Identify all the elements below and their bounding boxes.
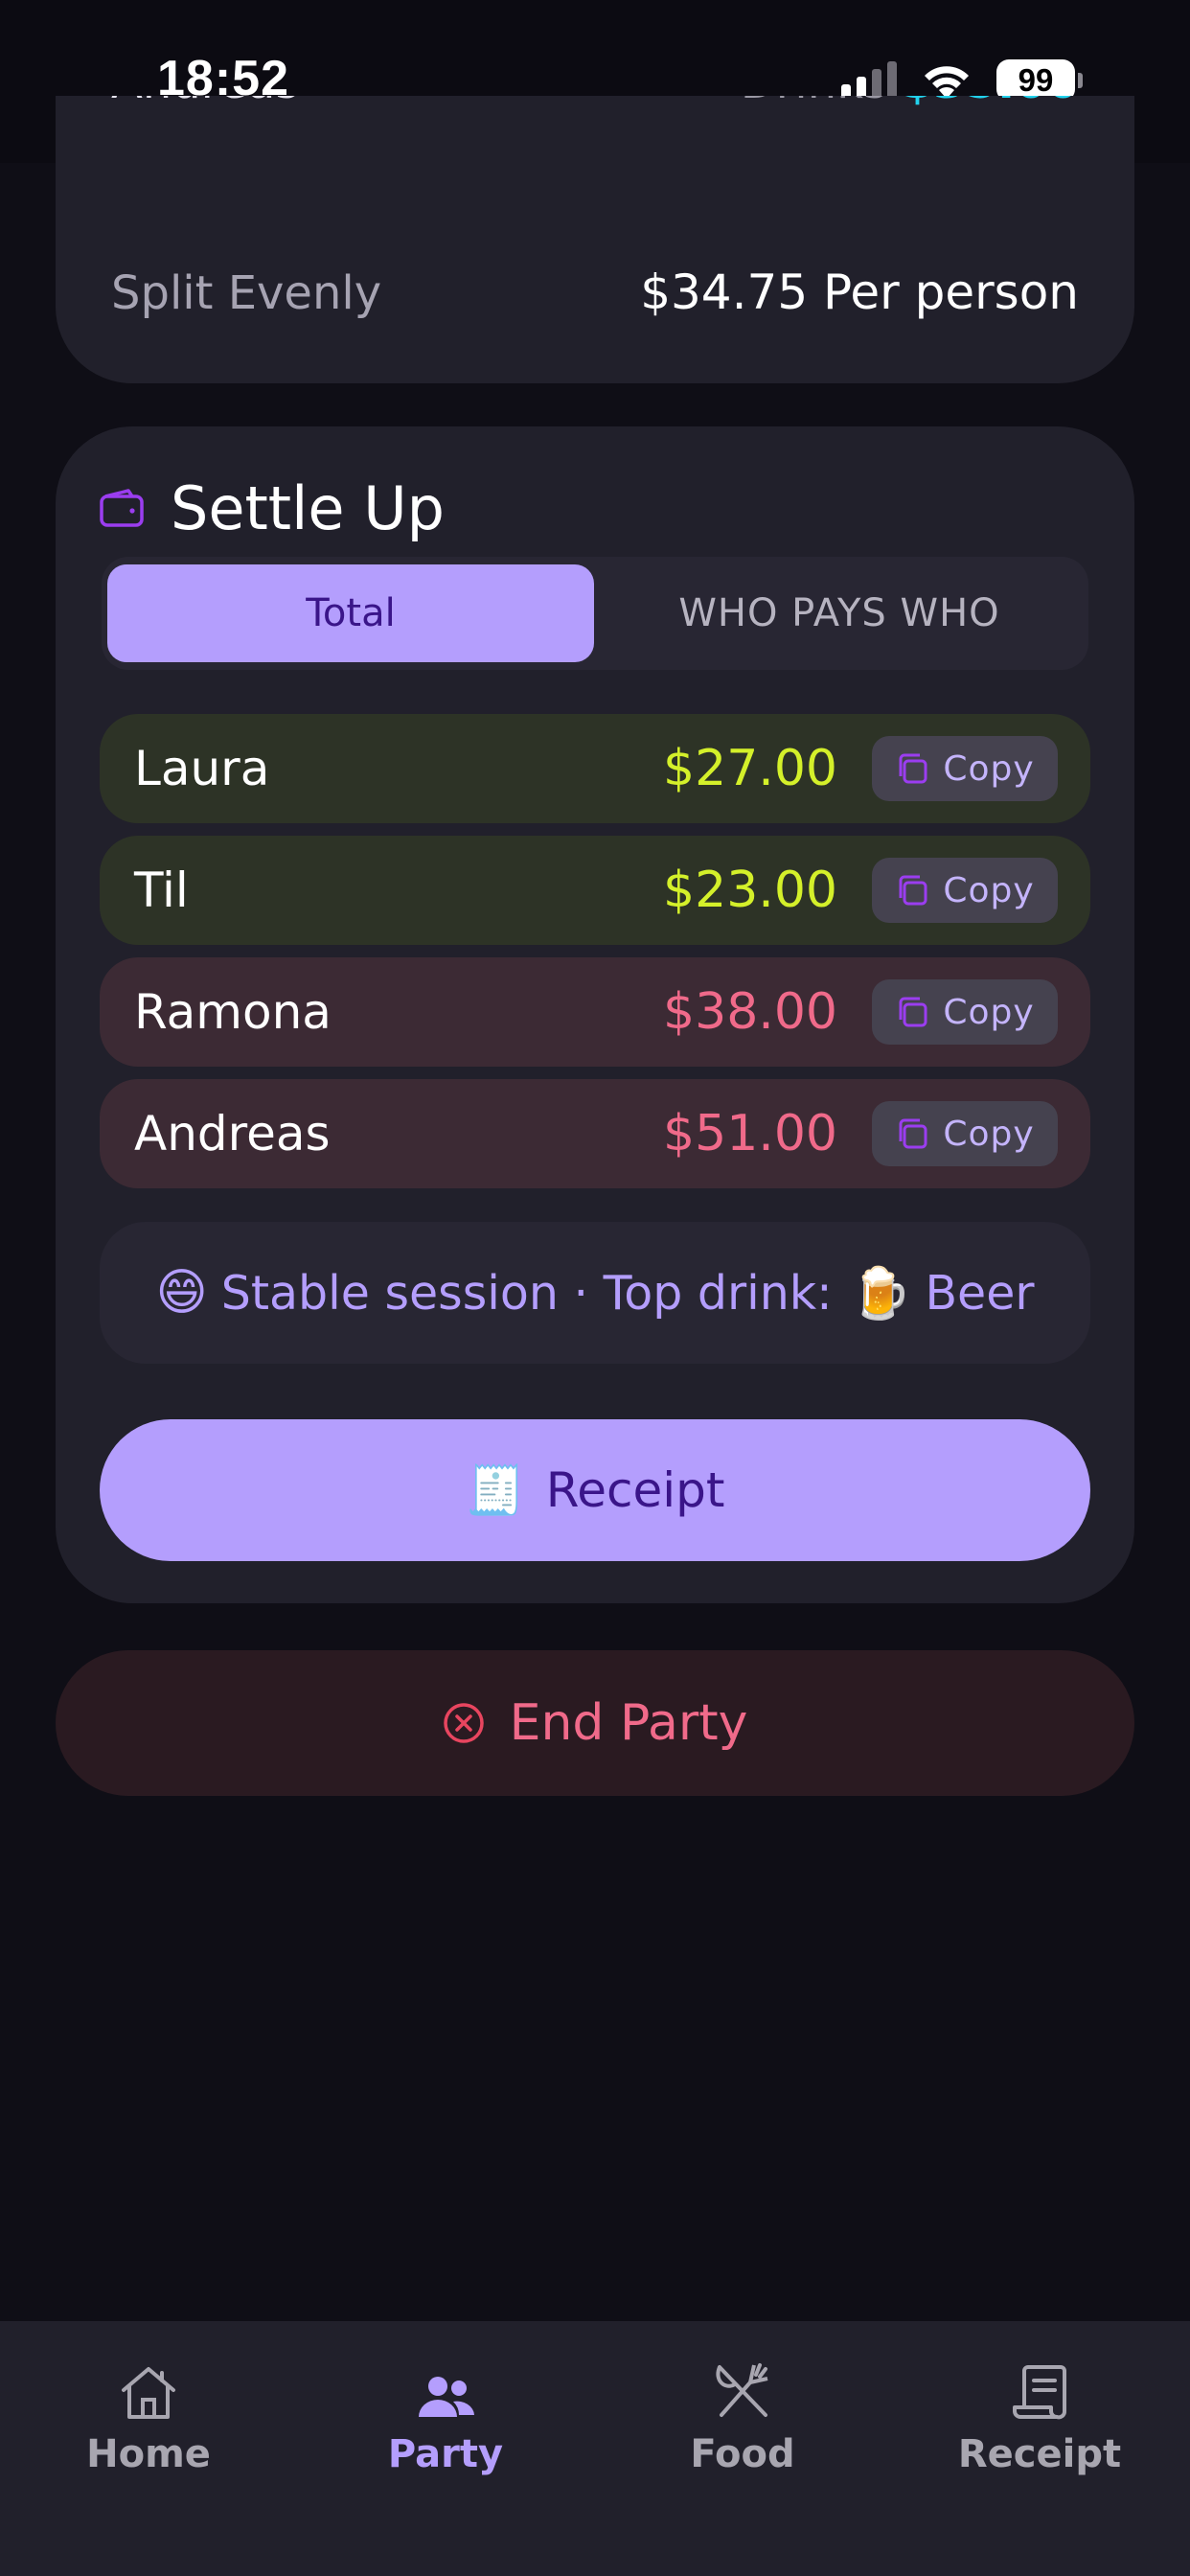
nav-label: Party xyxy=(387,2432,504,2476)
copy-icon xyxy=(899,997,927,1027)
people-icon xyxy=(419,2377,474,2417)
person-amount: $38.00 xyxy=(663,983,837,1041)
settle-up-title: Settle Up xyxy=(171,472,445,543)
settle-up-card: Settle Up Total WHO PAYS WHO Laura $27.0… xyxy=(56,426,1134,1603)
end-party-button[interactable]: End Party xyxy=(56,1650,1134,1796)
wallet-icon xyxy=(100,489,144,527)
tab-total[interactable]: Total xyxy=(107,564,594,662)
split-row-label: Drinks xyxy=(741,96,887,109)
fork-knife-icon xyxy=(716,2363,768,2417)
nav-label: Receipt xyxy=(957,2432,1122,2476)
settle-mode-segmented-control: Total WHO PAYS WHO xyxy=(102,557,1088,670)
top-drink: Beer xyxy=(925,1265,1035,1321)
receipt-button-label: Receipt xyxy=(545,1462,725,1518)
tab-who-pays-who[interactable]: WHO PAYS WHO xyxy=(596,564,1083,662)
end-party-label: End Party xyxy=(509,1694,748,1752)
copy-label: Copy xyxy=(943,1114,1035,1154)
copy-icon xyxy=(899,875,927,906)
cellular-signal-icon xyxy=(841,61,897,100)
settle-row-laura: Laura $27.00 Copy xyxy=(100,714,1090,823)
person-name: Til xyxy=(134,862,189,918)
beer-emoji: 🍺 xyxy=(849,1264,912,1322)
copy-button[interactable]: Copy xyxy=(872,1101,1058,1166)
nav-home[interactable]: Home xyxy=(0,2348,297,2501)
person-amount: $27.00 xyxy=(663,740,837,797)
receipt-emoji: 🧾 xyxy=(465,1461,525,1518)
copy-label: Copy xyxy=(943,748,1035,789)
summary-text: Stable session · Top drink: xyxy=(220,1265,833,1321)
copy-icon xyxy=(899,753,927,784)
bottom-nav: Home Party Food Receipt xyxy=(0,2321,1190,2576)
receipt-icon xyxy=(1013,2365,1066,2420)
copy-button[interactable]: Copy xyxy=(872,736,1058,801)
split-row-cut: Andreas Drinks $35.00 xyxy=(111,96,1079,113)
nav-label: Food xyxy=(690,2432,795,2476)
settle-up-header: Settle Up xyxy=(100,472,445,543)
nav-label: Home xyxy=(86,2432,211,2476)
settle-row-andreas: Andreas $51.00 Copy xyxy=(100,1079,1090,1188)
copy-label: Copy xyxy=(943,992,1035,1032)
wifi-icon xyxy=(925,66,969,99)
receipt-button[interactable]: 🧾 Receipt xyxy=(100,1419,1090,1561)
nav-food[interactable]: Food xyxy=(594,2348,891,2501)
person-name: Andreas xyxy=(134,1106,331,1162)
split-evenly-value: $34.75 Per person xyxy=(640,264,1079,320)
person-amount: $23.00 xyxy=(663,862,837,919)
session-summary: 😄 Stable session · Top drink: 🍺 Beer xyxy=(100,1222,1090,1364)
person-amount: $51.00 xyxy=(663,1105,837,1162)
close-circle-icon xyxy=(443,1703,484,1743)
copy-button[interactable]: Copy xyxy=(872,979,1058,1045)
settle-row-til: Til $23.00 Copy xyxy=(100,836,1090,945)
nav-receipt[interactable]: Receipt xyxy=(891,2348,1188,2501)
nav-party[interactable]: Party xyxy=(297,2348,594,2501)
home-icon xyxy=(122,2367,175,2419)
settle-list: Laura $27.00 Copy Til $23.00 Copy Ramona… xyxy=(100,714,1090,1201)
person-name: Ramona xyxy=(134,984,332,1040)
split-row-amount: $35.00 xyxy=(902,96,1079,109)
copy-button[interactable]: Copy xyxy=(872,858,1058,923)
split-summary-card: Andreas Drinks $35.00 Split Evenly $34.7… xyxy=(56,96,1134,383)
person-name: Laura xyxy=(134,741,270,796)
split-row-name: Andreas xyxy=(111,96,299,109)
settle-row-ramona: Ramona $38.00 Copy xyxy=(100,957,1090,1067)
copy-icon xyxy=(899,1118,927,1149)
split-evenly-label: Split Evenly xyxy=(111,266,382,320)
copy-label: Copy xyxy=(943,870,1035,910)
grin-emoji: 😄 xyxy=(155,1264,208,1322)
